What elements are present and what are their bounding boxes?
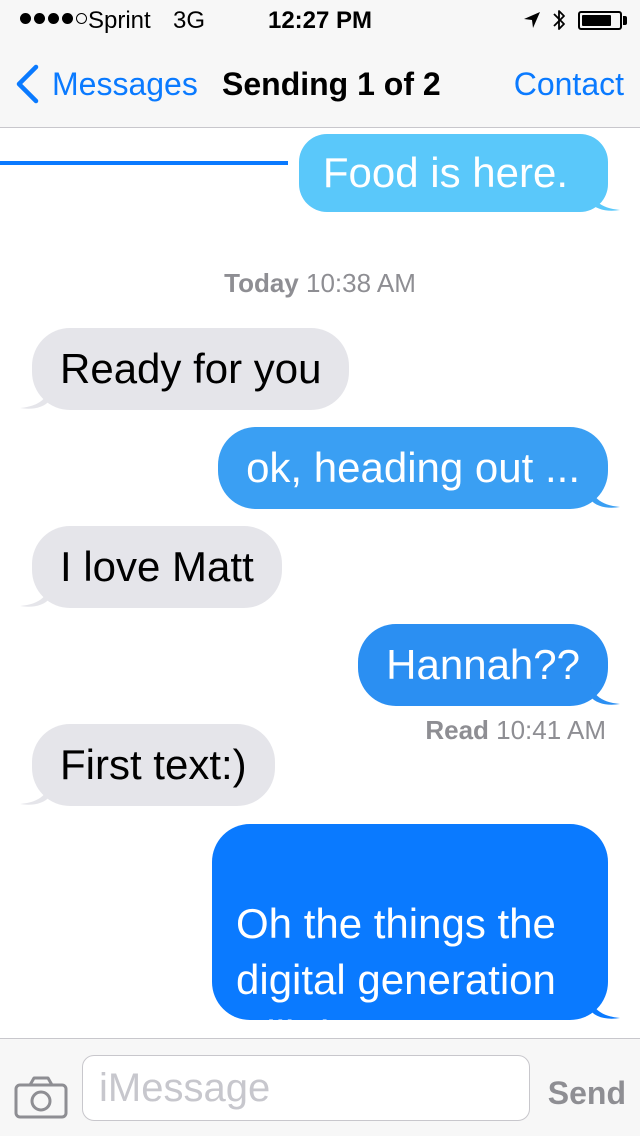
- outgoing-message-bubble[interactable]: Hannah??: [358, 624, 620, 706]
- battery-icon: [578, 11, 622, 30]
- message-text: ok, heading out ...: [246, 444, 580, 491]
- outgoing-message-bubble[interactable]: ok, heading out ...: [218, 427, 620, 509]
- message-input[interactable]: [82, 1055, 530, 1121]
- message-text: Hannah??: [386, 641, 580, 688]
- message-text: First text:): [60, 741, 247, 788]
- message-input-bar: Send: [0, 1038, 640, 1136]
- location-arrow-icon: [524, 12, 540, 28]
- outgoing-message-bubble[interactable]: Food is here.: [298, 134, 620, 212]
- back-button-label: Messages: [52, 65, 198, 102]
- message-text: Oh the things the digital generation wil…: [236, 900, 556, 1059]
- read-receipt: Read 10:41 AM: [425, 715, 606, 746]
- message-timestamp: Today 10:38 AM: [0, 268, 640, 299]
- incoming-message-bubble[interactable]: Ready for you: [20, 328, 350, 410]
- bubble-tail: [20, 578, 50, 607]
- contact-button[interactable]: Contact: [514, 66, 624, 103]
- chevron-left-icon: [16, 64, 39, 104]
- timestamp-day: Today: [224, 268, 299, 298]
- bluetooth-icon: [553, 10, 565, 30]
- page-title: Sending 1 of 2: [222, 66, 441, 102]
- outgoing-message-bubble[interactable]: Oh the things the digital generation wil…: [212, 824, 620, 1059]
- message-list[interactable]: Food is here. Today 10:38 AM Ready for y…: [0, 128, 640, 1059]
- bubble-tail: [20, 776, 50, 805]
- camera-icon[interactable]: [14, 1075, 68, 1119]
- message-text: Food is here.: [322, 149, 568, 196]
- back-button[interactable]: Messages: [14, 62, 198, 106]
- navigation-bar: Messages Sending 1 of 2 Contact: [0, 40, 640, 165]
- bubble-tail: [20, 380, 50, 409]
- battery-level: [582, 15, 611, 26]
- read-time: 10:41 AM: [496, 715, 606, 745]
- bubble-tail: [590, 990, 620, 1019]
- send-button[interactable]: Send: [548, 1075, 626, 1112]
- read-label: Read: [425, 715, 489, 745]
- timestamp-time: 10:38 AM: [306, 268, 416, 298]
- battery-tip: [623, 16, 627, 25]
- bubble-tail: [590, 479, 620, 508]
- message-text: Ready for you: [60, 345, 322, 392]
- message-text: I love Matt: [60, 543, 254, 590]
- incoming-message-bubble[interactable]: First text:): [20, 724, 275, 806]
- bubble-tail: [590, 182, 620, 211]
- bubble-tail: [590, 676, 620, 705]
- incoming-message-bubble[interactable]: I love Matt: [20, 526, 282, 608]
- status-bar: Sprint 3G 12:27 PM: [0, 0, 640, 40]
- status-time: 12:27 PM: [267, 7, 373, 34]
